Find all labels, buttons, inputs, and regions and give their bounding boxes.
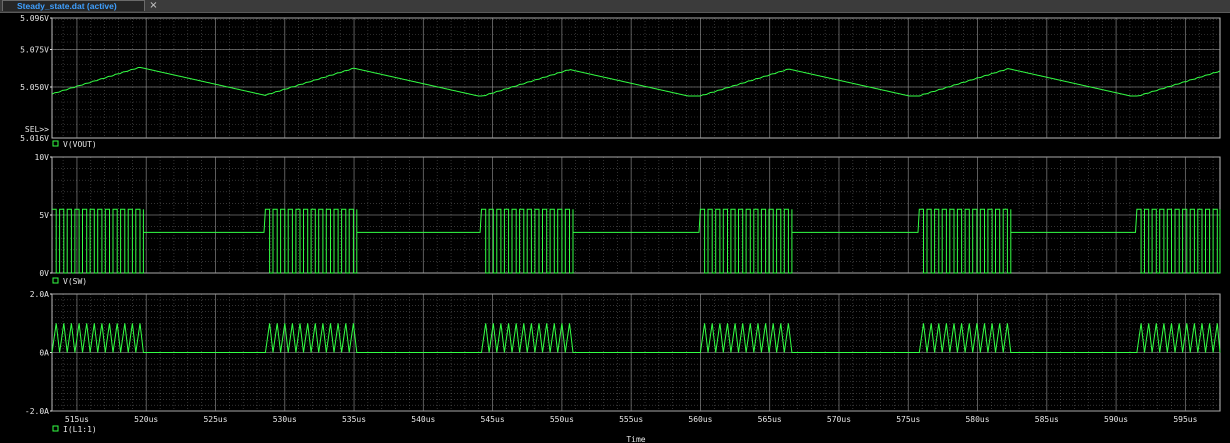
y-tick-label-vout: 5.096V: [20, 14, 49, 23]
x-axis-title: Time: [626, 435, 645, 443]
x-tick-label: 570us: [827, 415, 851, 424]
legend-label-1: V(VOUT): [63, 140, 97, 149]
x-tick-label: 590us: [1104, 415, 1128, 424]
x-tick-label: 575us: [896, 415, 920, 424]
sel-marker: SEL>>: [25, 125, 49, 134]
plot-area: 5.096V 5.075V 5.050V 5.016VSEL>> 10V 5V 0V 2.0A…: [20, 14, 1221, 443]
legend-marker: [52, 425, 59, 432]
x-tick-label: 545us: [481, 415, 505, 424]
x-tick-label: 560us: [688, 415, 712, 424]
y-tick-label-sw: 10V: [35, 153, 50, 162]
x-tick-label: 580us: [965, 415, 989, 424]
x-tick-label: 595us: [1173, 415, 1197, 424]
y-tick-label-sw: 0V: [39, 269, 49, 278]
y-tick-label-il: -2.0A: [25, 407, 49, 416]
y-tick-label-sw: 5V: [39, 211, 49, 220]
x-tick-label: 555us: [619, 415, 643, 424]
trace-vout: [51, 67, 1221, 97]
y-tick-label-il: 2.0A: [30, 290, 49, 299]
legend-label-2: V(SW): [63, 277, 87, 286]
x-tick-label: 540us: [411, 415, 435, 424]
legend-label-3: I(L1:1): [63, 425, 97, 434]
x-tick-label: 525us: [203, 415, 227, 424]
x-tick-label: 550us: [550, 415, 574, 424]
trace-il: [51, 323, 1221, 353]
x-tick-label: 585us: [1035, 415, 1059, 424]
y-tick-label-vout: 5.075V: [20, 46, 49, 55]
x-tick-label: 520us: [134, 415, 158, 424]
y-min-label-vout: 5.016V: [20, 134, 49, 143]
x-tick-label: 535us: [342, 415, 366, 424]
y-tick-label-il: 0A: [39, 349, 49, 358]
plot-frame-1: [51, 17, 1221, 139]
x-tick-label: 515us: [65, 415, 89, 424]
y-tick-label-vout: 5.050V: [20, 83, 49, 92]
x-tick-label: 565us: [758, 415, 782, 424]
x-tick-label: 530us: [273, 415, 297, 424]
trace-vsw: [52, 208, 1221, 274]
legend-marker: [52, 277, 59, 284]
legend-marker: [52, 140, 59, 147]
